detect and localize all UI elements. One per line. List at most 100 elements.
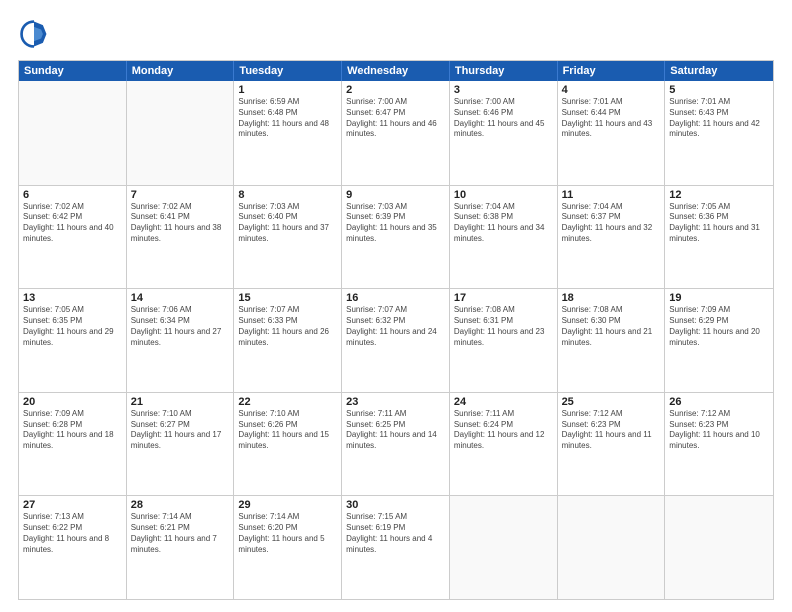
day-cell-30: 30Sunrise: 7:15 AM Sunset: 6:19 PM Dayli… <box>342 496 450 599</box>
day-info-14: Sunrise: 7:06 AM Sunset: 6:34 PM Dayligh… <box>131 305 230 348</box>
header-monday: Monday <box>127 61 235 81</box>
header-sunday: Sunday <box>19 61 127 81</box>
day-cell-29: 29Sunrise: 7:14 AM Sunset: 6:20 PM Dayli… <box>234 496 342 599</box>
day-cell-6: 6Sunrise: 7:02 AM Sunset: 6:42 PM Daylig… <box>19 186 127 289</box>
header-saturday: Saturday <box>665 61 773 81</box>
day-cell-15: 15Sunrise: 7:07 AM Sunset: 6:33 PM Dayli… <box>234 289 342 392</box>
day-cell-5: 5Sunrise: 7:01 AM Sunset: 6:43 PM Daylig… <box>665 81 773 185</box>
day-cell-27: 27Sunrise: 7:13 AM Sunset: 6:22 PM Dayli… <box>19 496 127 599</box>
day-number-3: 3 <box>454 84 553 96</box>
day-number-15: 15 <box>238 292 337 304</box>
empty-cell-w4d6 <box>665 496 773 599</box>
day-number-14: 14 <box>131 292 230 304</box>
day-info-6: Sunrise: 7:02 AM Sunset: 6:42 PM Dayligh… <box>23 202 122 245</box>
day-cell-9: 9Sunrise: 7:03 AM Sunset: 6:39 PM Daylig… <box>342 186 450 289</box>
day-cell-18: 18Sunrise: 7:08 AM Sunset: 6:30 PM Dayli… <box>558 289 666 392</box>
day-cell-20: 20Sunrise: 7:09 AM Sunset: 6:28 PM Dayli… <box>19 393 127 496</box>
day-info-26: Sunrise: 7:12 AM Sunset: 6:23 PM Dayligh… <box>669 409 769 452</box>
day-number-10: 10 <box>454 189 553 201</box>
empty-cell-w4d5 <box>558 496 666 599</box>
day-number-2: 2 <box>346 84 445 96</box>
day-cell-14: 14Sunrise: 7:06 AM Sunset: 6:34 PM Dayli… <box>127 289 235 392</box>
header-wednesday: Wednesday <box>342 61 450 81</box>
day-number-20: 20 <box>23 396 122 408</box>
day-number-29: 29 <box>238 499 337 511</box>
day-cell-13: 13Sunrise: 7:05 AM Sunset: 6:35 PM Dayli… <box>19 289 127 392</box>
day-cell-25: 25Sunrise: 7:12 AM Sunset: 6:23 PM Dayli… <box>558 393 666 496</box>
day-number-23: 23 <box>346 396 445 408</box>
day-cell-24: 24Sunrise: 7:11 AM Sunset: 6:24 PM Dayli… <box>450 393 558 496</box>
week-row-3: 13Sunrise: 7:05 AM Sunset: 6:35 PM Dayli… <box>19 288 773 392</box>
day-info-29: Sunrise: 7:14 AM Sunset: 6:20 PM Dayligh… <box>238 512 337 555</box>
day-info-12: Sunrise: 7:05 AM Sunset: 6:36 PM Dayligh… <box>669 202 769 245</box>
day-number-22: 22 <box>238 396 337 408</box>
day-cell-7: 7Sunrise: 7:02 AM Sunset: 6:41 PM Daylig… <box>127 186 235 289</box>
empty-cell-w4d4 <box>450 496 558 599</box>
day-info-27: Sunrise: 7:13 AM Sunset: 6:22 PM Dayligh… <box>23 512 122 555</box>
day-info-3: Sunrise: 7:00 AM Sunset: 6:46 PM Dayligh… <box>454 97 553 140</box>
week-row-5: 27Sunrise: 7:13 AM Sunset: 6:22 PM Dayli… <box>19 495 773 599</box>
day-number-1: 1 <box>238 84 337 96</box>
day-number-5: 5 <box>669 84 769 96</box>
day-number-8: 8 <box>238 189 337 201</box>
day-info-11: Sunrise: 7:04 AM Sunset: 6:37 PM Dayligh… <box>562 202 661 245</box>
day-info-24: Sunrise: 7:11 AM Sunset: 6:24 PM Dayligh… <box>454 409 553 452</box>
day-cell-22: 22Sunrise: 7:10 AM Sunset: 6:26 PM Dayli… <box>234 393 342 496</box>
day-cell-10: 10Sunrise: 7:04 AM Sunset: 6:38 PM Dayli… <box>450 186 558 289</box>
day-info-2: Sunrise: 7:00 AM Sunset: 6:47 PM Dayligh… <box>346 97 445 140</box>
day-number-6: 6 <box>23 189 122 201</box>
day-info-4: Sunrise: 7:01 AM Sunset: 6:44 PM Dayligh… <box>562 97 661 140</box>
week-row-2: 6Sunrise: 7:02 AM Sunset: 6:42 PM Daylig… <box>19 185 773 289</box>
day-info-25: Sunrise: 7:12 AM Sunset: 6:23 PM Dayligh… <box>562 409 661 452</box>
day-number-18: 18 <box>562 292 661 304</box>
day-cell-2: 2Sunrise: 7:00 AM Sunset: 6:47 PM Daylig… <box>342 81 450 185</box>
header-friday: Friday <box>558 61 666 81</box>
day-info-9: Sunrise: 7:03 AM Sunset: 6:39 PM Dayligh… <box>346 202 445 245</box>
week-row-4: 20Sunrise: 7:09 AM Sunset: 6:28 PM Dayli… <box>19 392 773 496</box>
day-info-20: Sunrise: 7:09 AM Sunset: 6:28 PM Dayligh… <box>23 409 122 452</box>
week-row-1: 1Sunrise: 6:59 AM Sunset: 6:48 PM Daylig… <box>19 81 773 185</box>
day-cell-4: 4Sunrise: 7:01 AM Sunset: 6:44 PM Daylig… <box>558 81 666 185</box>
day-number-21: 21 <box>131 396 230 408</box>
day-cell-8: 8Sunrise: 7:03 AM Sunset: 6:40 PM Daylig… <box>234 186 342 289</box>
day-number-26: 26 <box>669 396 769 408</box>
day-cell-17: 17Sunrise: 7:08 AM Sunset: 6:31 PM Dayli… <box>450 289 558 392</box>
day-number-19: 19 <box>669 292 769 304</box>
empty-cell-w0d0 <box>19 81 127 185</box>
day-cell-23: 23Sunrise: 7:11 AM Sunset: 6:25 PM Dayli… <box>342 393 450 496</box>
day-info-8: Sunrise: 7:03 AM Sunset: 6:40 PM Dayligh… <box>238 202 337 245</box>
calendar-body: 1Sunrise: 6:59 AM Sunset: 6:48 PM Daylig… <box>19 81 773 599</box>
header-thursday: Thursday <box>450 61 558 81</box>
day-number-13: 13 <box>23 292 122 304</box>
day-info-28: Sunrise: 7:14 AM Sunset: 6:21 PM Dayligh… <box>131 512 230 555</box>
day-cell-16: 16Sunrise: 7:07 AM Sunset: 6:32 PM Dayli… <box>342 289 450 392</box>
day-number-24: 24 <box>454 396 553 408</box>
day-number-11: 11 <box>562 189 661 201</box>
day-cell-12: 12Sunrise: 7:05 AM Sunset: 6:36 PM Dayli… <box>665 186 773 289</box>
day-number-25: 25 <box>562 396 661 408</box>
calendar-header: Sunday Monday Tuesday Wednesday Thursday… <box>19 61 773 81</box>
day-cell-26: 26Sunrise: 7:12 AM Sunset: 6:23 PM Dayli… <box>665 393 773 496</box>
logo-icon <box>18 18 50 50</box>
day-number-28: 28 <box>131 499 230 511</box>
day-info-7: Sunrise: 7:02 AM Sunset: 6:41 PM Dayligh… <box>131 202 230 245</box>
day-info-30: Sunrise: 7:15 AM Sunset: 6:19 PM Dayligh… <box>346 512 445 555</box>
day-cell-11: 11Sunrise: 7:04 AM Sunset: 6:37 PM Dayli… <box>558 186 666 289</box>
day-info-22: Sunrise: 7:10 AM Sunset: 6:26 PM Dayligh… <box>238 409 337 452</box>
calendar: Sunday Monday Tuesday Wednesday Thursday… <box>18 60 774 600</box>
day-info-5: Sunrise: 7:01 AM Sunset: 6:43 PM Dayligh… <box>669 97 769 140</box>
day-number-9: 9 <box>346 189 445 201</box>
day-number-7: 7 <box>131 189 230 201</box>
logo <box>18 18 54 50</box>
day-info-17: Sunrise: 7:08 AM Sunset: 6:31 PM Dayligh… <box>454 305 553 348</box>
day-cell-28: 28Sunrise: 7:14 AM Sunset: 6:21 PM Dayli… <box>127 496 235 599</box>
day-info-18: Sunrise: 7:08 AM Sunset: 6:30 PM Dayligh… <box>562 305 661 348</box>
empty-cell-w0d1 <box>127 81 235 185</box>
day-info-16: Sunrise: 7:07 AM Sunset: 6:32 PM Dayligh… <box>346 305 445 348</box>
day-number-17: 17 <box>454 292 553 304</box>
day-info-23: Sunrise: 7:11 AM Sunset: 6:25 PM Dayligh… <box>346 409 445 452</box>
day-cell-21: 21Sunrise: 7:10 AM Sunset: 6:27 PM Dayli… <box>127 393 235 496</box>
day-info-13: Sunrise: 7:05 AM Sunset: 6:35 PM Dayligh… <box>23 305 122 348</box>
day-cell-1: 1Sunrise: 6:59 AM Sunset: 6:48 PM Daylig… <box>234 81 342 185</box>
day-info-10: Sunrise: 7:04 AM Sunset: 6:38 PM Dayligh… <box>454 202 553 245</box>
